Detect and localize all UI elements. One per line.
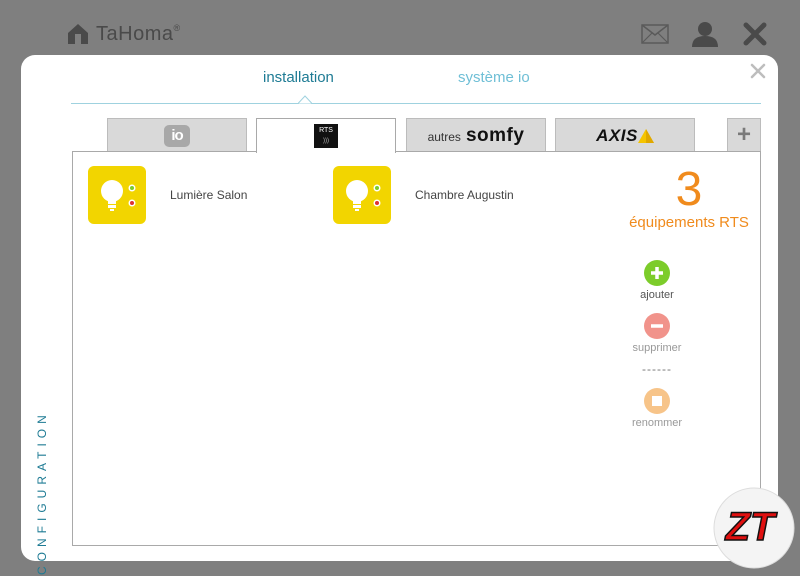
device-count: 3 — [675, 163, 703, 216]
user-icon[interactable] — [690, 20, 720, 48]
tab-installation[interactable]: installation — [263, 69, 334, 86]
configuration-side-label: CONFIGURATION — [35, 410, 49, 575]
add-device-button[interactable]: ajouter — [627, 260, 687, 301]
category-tab-axis[interactable]: AXIS — [555, 118, 695, 152]
plus-icon — [644, 260, 670, 286]
light-bulb-icon — [333, 166, 391, 224]
device-label: Lumière Salon — [170, 188, 248, 202]
nav-divider — [71, 103, 761, 104]
axis-triangle-icon — [637, 128, 654, 143]
delete-label: supprimer — [632, 342, 682, 354]
device-item[interactable]: Chambre Augustin — [333, 166, 514, 224]
light-bulb-icon — [88, 166, 146, 224]
app-brand: TaHoma® — [66, 22, 181, 46]
device-count-label: équipements RTS — [629, 214, 749, 231]
category-tab-somfy[interactable]: autres somfy — [406, 118, 546, 152]
device-label: Chambre Augustin — [415, 188, 514, 202]
somfy-logo: autres somfy — [427, 124, 525, 146]
delete-device-button[interactable]: supprimer — [627, 313, 687, 354]
tab-systeme-io[interactable]: système io — [458, 69, 530, 86]
home-logo-icon — [68, 24, 88, 44]
rename-label: renommer — [631, 417, 683, 429]
devices-panel: Lumière Salon Chambre Augustin 3 équipem… — [72, 151, 761, 546]
app-header: TaHoma® — [0, 0, 800, 60]
watermark-logo: ZT — [702, 478, 798, 574]
minus-icon — [644, 313, 670, 339]
add-label: ajouter — [640, 289, 674, 301]
watermark-text: ZT — [725, 505, 778, 549]
app-title: TaHoma® — [96, 22, 181, 45]
rename-square-icon — [644, 388, 670, 414]
close-icon[interactable] — [740, 20, 770, 48]
add-category-button[interactable]: + — [727, 118, 761, 152]
configuration-modal: installation système io io RTS ))) autre… — [21, 55, 778, 575]
device-item[interactable]: Lumière Salon — [88, 166, 247, 224]
category-tab-io[interactable]: io — [107, 118, 247, 152]
mail-icon[interactable] — [640, 20, 670, 48]
rename-device-button[interactable]: renommer — [627, 388, 687, 429]
active-tab-indicator — [298, 95, 312, 104]
axis-logo: AXIS — [596, 126, 654, 146]
nav-tabs: installation système io — [21, 69, 778, 93]
rts-logo: RTS ))) — [314, 124, 338, 148]
radio-waves-icon: ))) — [323, 138, 329, 144]
actions-separator: ------ — [642, 362, 672, 376]
category-tab-rts[interactable]: RTS ))) — [256, 118, 396, 153]
io-logo: io — [164, 124, 190, 147]
